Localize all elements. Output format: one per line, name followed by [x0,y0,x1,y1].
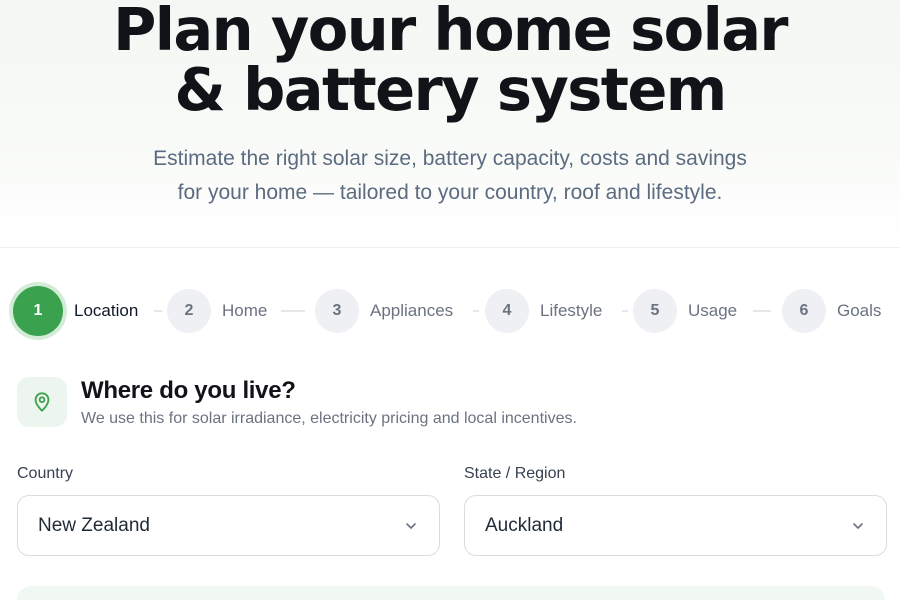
step-connector [473,310,479,312]
chevron-down-icon [853,523,863,529]
country-select-value: New Zealand [38,514,150,536]
step-label: Usage [688,301,738,320]
section-title: Where do you live? [81,377,296,404]
step-number: 5 [633,289,677,333]
step-connector [154,310,162,312]
step-label: Appliances [370,301,454,320]
step-label: Location [74,301,139,320]
map-pin-icon [17,377,67,427]
page-subtitle-line-2: for your home — tailored to your country… [177,181,723,204]
page-subtitle-line-1: Estimate the right solar size, battery c… [153,147,747,170]
step-appliances[interactable]: 3 Appliances [312,286,453,336]
info-card [17,586,885,600]
region-select-value: Auckland [485,514,564,536]
step-goals[interactable]: 6 Goals [779,286,881,336]
region-field: State / Region Auckland [464,463,887,556]
step-label: Lifestyle [540,301,603,320]
country-select[interactable]: New Zealand [17,495,440,556]
location-section-header: Where do you live? We use this for solar… [17,377,877,431]
step-connector [753,310,771,312]
step-number: 1 [13,286,63,336]
step-home[interactable]: 2 Home [164,286,267,336]
step-number: 6 [782,289,826,333]
section-subtitle: We use this for solar irradiance, electr… [81,410,577,427]
country-label: Country [17,465,74,482]
chevron-down-icon [406,523,416,529]
step-connector [281,310,305,312]
region-label: State / Region [464,465,566,482]
hero-section: Plan your home solar & battery system Es… [0,0,900,248]
step-number: 4 [485,289,529,333]
page-title-line-1: Plan your home solar [113,0,788,64]
page-title: Plan your home solar & battery system [0,0,900,120]
region-select[interactable]: Auckland [464,495,887,556]
step-connector [622,310,628,312]
step-number: 2 [167,289,211,333]
page-subtitle: Estimate the right solar size, battery c… [0,142,900,210]
step-location[interactable]: 1 Location [13,286,138,336]
page-title-line-2: & battery system [174,55,727,124]
progress-stepper: 1 Location 2 Home 3 Appliances 4 Lifesty… [13,286,893,336]
country-field: Country New Zealand [17,463,440,556]
step-number: 3 [315,289,359,333]
step-label: Home [222,301,268,320]
step-usage[interactable]: 5 Usage [630,286,737,336]
step-label: Goals [837,301,882,320]
step-lifestyle[interactable]: 4 Lifestyle [482,286,602,336]
